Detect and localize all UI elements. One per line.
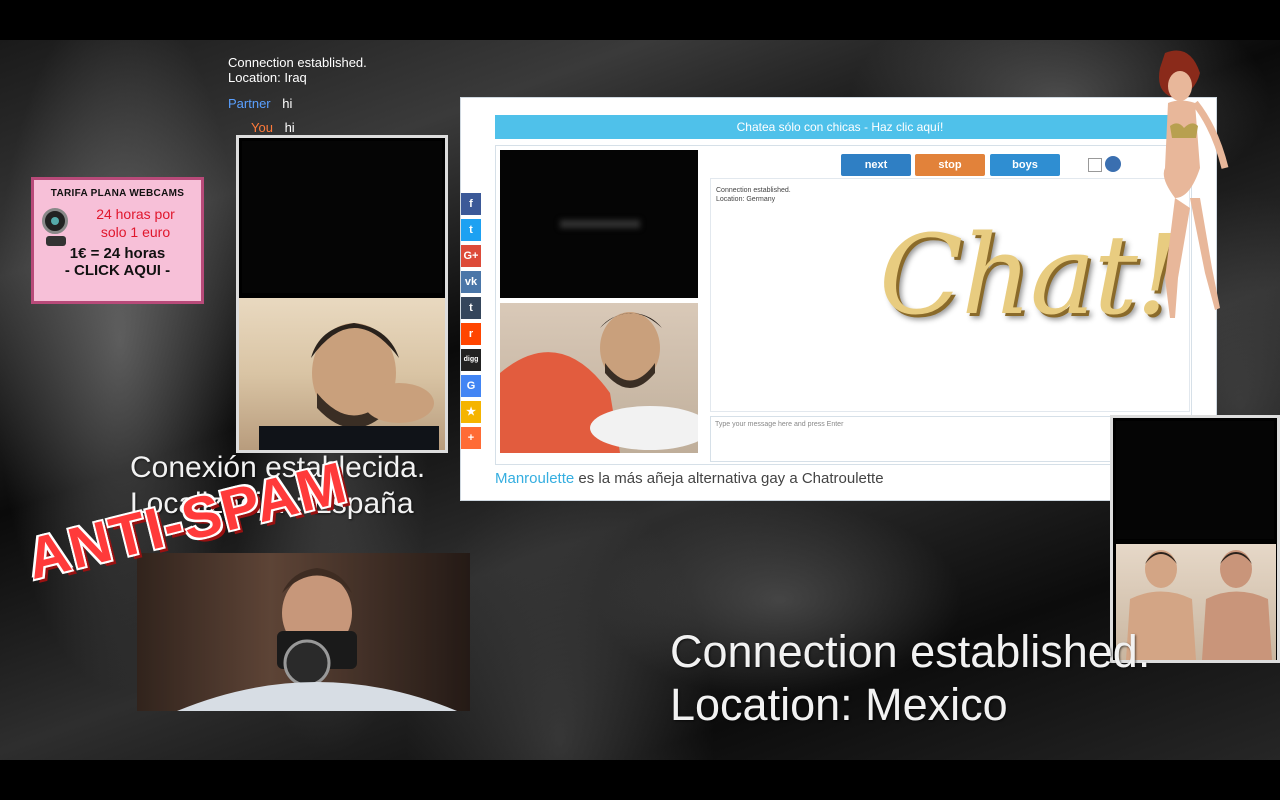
option-checkbox[interactable] — [1088, 158, 1102, 172]
partner-message: hi — [282, 96, 293, 111]
you-line: You hi — [251, 120, 295, 135]
dancer-figure — [1159, 50, 1229, 318]
stranger-webcam-black — [500, 150, 698, 298]
next-button[interactable]: next — [841, 154, 911, 176]
site-message-input[interactable]: Type your message here and press Enter — [710, 416, 1112, 462]
share-icon-9[interactable]: + — [461, 427, 481, 449]
left-status-line-1: Connection established. — [228, 55, 367, 70]
webcam-ad[interactable]: TARIFA PLANA WEBCAMS 24 horas por solo 1… — [31, 177, 204, 304]
ad-title: TARIFA PLANA WEBCAMS — [34, 188, 201, 199]
share-icon-4[interactable]: t — [461, 297, 481, 319]
right-webcam-black — [1116, 421, 1274, 539]
share-icon-1[interactable]: t — [461, 219, 481, 241]
manroulette-site-window: Chatea sólo con chicas - Haz clic aquí! … — [460, 97, 1217, 501]
share-icon-8[interactable]: ★ — [461, 401, 481, 423]
user-webcam-left-figure — [259, 323, 439, 450]
share-icon-7[interactable]: G — [461, 375, 481, 397]
ad-cta[interactable]: - CLICK AQUI - — [34, 262, 201, 279]
site-tagline: Manroulette es la más añeja alternativa … — [495, 470, 884, 487]
left-video-frame — [236, 135, 448, 453]
overlay-english: Connection established. Location: Mexico — [670, 625, 1150, 731]
share-icons-column: f t G+ vk t r digg G ★ + — [461, 193, 481, 463]
photographer-still — [137, 553, 470, 711]
you-message: hi — [284, 120, 295, 135]
user-webcam-site-figure — [500, 312, 698, 453]
overlay-english-line-1: Connection established. — [670, 626, 1151, 677]
settings-gear-icon[interactable] — [1105, 156, 1121, 172]
site-status-line-1: Connection established. — [716, 187, 791, 194]
site-chat-panel: next stop boys Connection established. L… — [495, 145, 1192, 465]
ad-line-1: 24 horas por — [96, 206, 175, 222]
site-status-line-2: Location: Germany — [716, 196, 776, 203]
partner-line: Partner hi — [228, 96, 292, 111]
blurred-placeholder — [560, 220, 640, 228]
photographer-figure — [137, 553, 470, 711]
ad-line-2: solo 1 euro — [100, 224, 171, 240]
share-icon-3[interactable]: vk — [461, 271, 481, 293]
top-letterbox — [0, 0, 1280, 40]
boys-button[interactable]: boys — [990, 154, 1060, 176]
webcam-stand-icon — [46, 236, 66, 246]
girls-chat-banner[interactable]: Chatea sólo con chicas - Haz clic aquí! — [495, 115, 1185, 139]
share-icon-2[interactable]: G+ — [461, 245, 481, 267]
left-status-line-2: Location: Iraq — [228, 70, 307, 85]
bottom-letterbox — [0, 760, 1280, 800]
partner-label: Partner — [228, 96, 271, 111]
share-icon-5[interactable]: r — [461, 323, 481, 345]
site-brand-link[interactable]: Manroulette — [495, 470, 574, 487]
site-tagline-rest: es la más añeja alternativa gay a Chatro… — [574, 470, 884, 487]
partner-webcam-black — [242, 141, 442, 293]
user-webcam-left — [239, 298, 445, 450]
stop-button[interactable]: stop — [915, 154, 985, 176]
share-icon-6[interactable]: digg — [461, 349, 481, 371]
you-label: You — [251, 120, 273, 135]
user-webcam-site — [500, 303, 698, 453]
site-status: Connection established. Location: German… — [716, 186, 791, 204]
webcam-icon — [42, 208, 68, 234]
overlay-english-line-2: Location: Mexico — [670, 679, 1008, 730]
ad-price: 1€ = 24 horas — [69, 245, 166, 262]
video-stage: Connection established. Location: Iraq P… — [0, 40, 1280, 760]
share-icon-0[interactable]: f — [461, 193, 481, 215]
